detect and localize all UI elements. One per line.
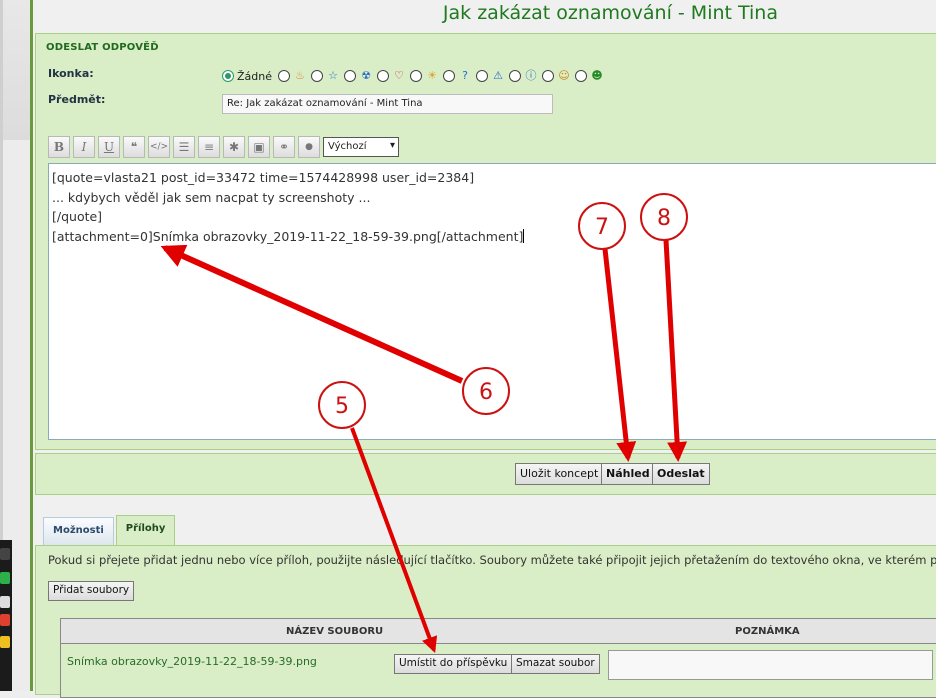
text-caret <box>523 228 525 243</box>
icon-radio-heart[interactable] <box>377 70 389 82</box>
quote-button[interactable]: ❝ <box>123 136 145 158</box>
posting-tabs: Možnosti Přílohy <box>43 515 177 546</box>
subject-label: Předmět: <box>48 93 106 106</box>
desktop-dock <box>0 540 12 691</box>
submit-buttons-panel: Uložit koncept Náhled Odeslat <box>35 453 936 495</box>
editor-toolbar: B I U ❝ </> ☰ ≡ ✱ ▣ ⚭ ● Výchozí <box>48 136 399 158</box>
dock-app-icon[interactable] <box>0 596 10 608</box>
icon-radio-fire[interactable] <box>278 70 290 82</box>
underline-button[interactable]: U <box>98 136 120 158</box>
attachments-table-header: NÁZEV SOUBORU POZNÁMKA <box>61 619 936 644</box>
reply-section-title: ODESLAT ODPOVĚĎ <box>46 42 159 53</box>
attachments-panel: Pokud si přejete přidat jednu nebo více … <box>35 545 936 698</box>
preview-button[interactable]: Náhled <box>601 463 655 485</box>
link-button[interactable]: ⚭ <box>273 136 295 158</box>
reply-panel: ODESLAT ODPOVĚĎ Ikonka: Žádné ♨ ☆ ☢ ♡ ☀ … <box>35 33 936 450</box>
editor-line: [/quote] <box>52 209 103 224</box>
numbered-list-button[interactable]: ≡ <box>198 136 220 158</box>
icon-none-label: Žádné <box>237 69 272 83</box>
radioactive-icon: ☢ <box>361 69 371 82</box>
dock-app-icon[interactable] <box>0 636 10 648</box>
code-button[interactable]: </> <box>148 136 170 158</box>
icon-radio-none[interactable] <box>222 70 234 82</box>
icon-radio-grin[interactable] <box>575 70 587 82</box>
editor-line: [quote=vlasta21 post_id=33472 time=15744… <box>52 170 475 185</box>
editor-line: ... kdybych věděl jak sem nacpat ty scre… <box>52 189 371 205</box>
save-draft-button[interactable]: Uložit koncept <box>515 463 604 485</box>
submit-button[interactable]: Odeslat <box>652 463 710 485</box>
color-button[interactable]: ● <box>298 136 320 158</box>
icon-radio-warning[interactable] <box>476 70 488 82</box>
subject-input[interactable]: Re: Jak zakázat oznamování - Mint Tina <box>222 94 553 114</box>
bold-button[interactable]: B <box>48 136 70 158</box>
icon-radio-question[interactable] <box>443 70 455 82</box>
delete-file-button[interactable]: Smazat soubor <box>511 654 600 674</box>
icon-radio-info[interactable] <box>509 70 521 82</box>
column-filename: NÁZEV SOUBORU <box>286 626 384 637</box>
image-button[interactable]: ▣ <box>248 136 270 158</box>
heart-icon: ♡ <box>394 69 404 82</box>
page-title: Jak zakázat oznamování - Mint Tina <box>442 2 778 24</box>
attachments-info-text: Pokud si přejete přidat jednu nebo více … <box>48 553 936 567</box>
icon-radio-sun[interactable] <box>410 70 422 82</box>
italic-button[interactable]: I <box>73 136 95 158</box>
place-in-post-button[interactable]: Umístit do příspěvku <box>394 654 513 674</box>
warning-icon: ⚠ <box>493 69 503 82</box>
sun-icon: ☀ <box>427 69 437 82</box>
icon-radio-radioactive[interactable] <box>344 70 356 82</box>
editor-line: [attachment=0]Snímka obrazovky_2019-11-2… <box>52 228 524 244</box>
attachment-filename-link[interactable]: Snímka obrazovky_2019-11-22_18-59-39.png <box>67 655 317 668</box>
dock-app-icon[interactable] <box>0 572 10 584</box>
font-size-select[interactable]: Výchozí <box>323 137 399 157</box>
grin-icon: ☻ <box>591 69 603 82</box>
dock-app-icon[interactable] <box>0 548 10 560</box>
list-button[interactable]: ☰ <box>173 136 195 158</box>
star-icon: ☆ <box>328 69 338 82</box>
attachment-note-input[interactable] <box>608 650 933 680</box>
smile-icon: ☺ <box>558 69 570 82</box>
message-textarea[interactable]: [quote=vlasta21 post_id=33472 time=15744… <box>48 163 936 440</box>
icon-radio-star[interactable] <box>311 70 323 82</box>
question-icon: ? <box>462 69 468 82</box>
list-item-button[interactable]: ✱ <box>223 136 245 158</box>
add-files-button[interactable]: Přidat soubory <box>48 581 135 601</box>
fire-icon: ♨ <box>295 69 305 82</box>
info-icon: ⓘ <box>525 69 537 82</box>
icon-radio-smile[interactable] <box>542 70 554 82</box>
left-gutter-top <box>0 0 30 140</box>
tab-attachments[interactable]: Přílohy <box>115 515 176 546</box>
icon-label: Ikonka: <box>48 67 94 80</box>
icon-radio-group: Žádné ♨ ☆ ☢ ♡ ☀ ? ⚠ ⓘ ☺ ☻ <box>222 67 608 85</box>
attachments-table: NÁZEV SOUBORU POZNÁMKA Snímka obrazovky_… <box>60 618 936 698</box>
tab-options[interactable]: Možnosti <box>43 517 114 545</box>
forum-content: Jak zakázat oznamování - Mint Tina ODESL… <box>33 0 936 698</box>
dock-app-icon[interactable] <box>0 614 10 626</box>
column-note: POZNÁMKA <box>735 626 800 637</box>
